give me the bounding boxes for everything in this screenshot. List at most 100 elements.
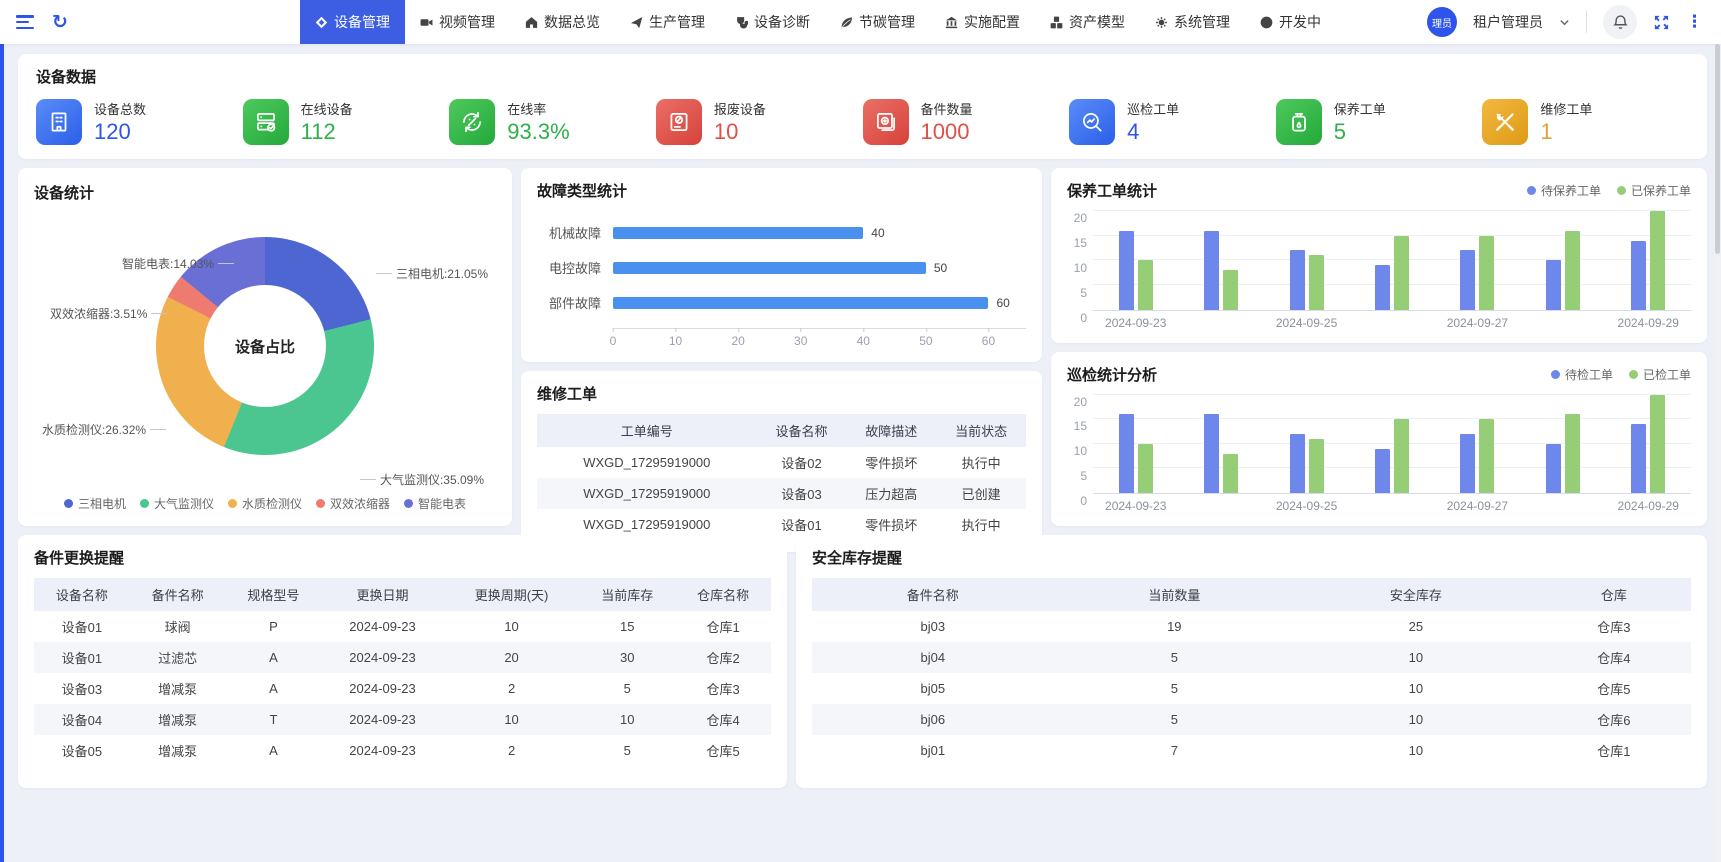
bar[interactable] (1650, 211, 1665, 310)
stat-scrapped-devices[interactable]: 报废设备 10 (656, 99, 863, 145)
bar[interactable] (1375, 449, 1390, 493)
plot-area (1093, 395, 1691, 495)
bar-group (1435, 395, 1520, 494)
fault-type-bar-chart[interactable]: 机械故障40电控故障50部件故障600102030405060 (537, 201, 1026, 350)
bar[interactable] (613, 262, 926, 274)
bar[interactable] (1631, 424, 1646, 493)
legend-item[interactable]: 已保养工单 (1617, 182, 1691, 199)
stat-repair-orders[interactable]: 维修工单 1 (1482, 99, 1689, 145)
user-name[interactable]: 租户管理员 (1473, 12, 1543, 32)
fullscreen-icon[interactable] (1653, 14, 1670, 31)
axis-tick: 20 (1074, 395, 1087, 409)
nav-item-data-overview[interactable]: 数据总览 (510, 0, 615, 44)
nav-item-device-mgmt[interactable]: 设备管理 (300, 0, 405, 44)
more-options-icon[interactable]: ⋮ (1686, 18, 1703, 26)
nav-item-device-diagnosis[interactable]: 设备诊断 (720, 0, 825, 44)
cell: 10 (1295, 704, 1537, 735)
bar[interactable] (1479, 236, 1494, 310)
bar[interactable] (1204, 414, 1219, 493)
column-header: 规格型号 (226, 578, 322, 611)
stat-maintenance-orders[interactable]: 保养工单 5 (1276, 99, 1483, 145)
bar[interactable] (1290, 434, 1305, 493)
inspection-bar-chart[interactable]: 051015202024-09-232024-09-252024-09-2720… (1067, 385, 1691, 515)
legend-item[interactable]: 已检工单 (1629, 366, 1691, 383)
maintenance-stats-card: 保养工单统计 待保养工单已保养工单 051015202024-09-232024… (1051, 168, 1707, 343)
cell: bj06 (812, 704, 1054, 735)
bar[interactable] (613, 227, 863, 239)
cell: 设备01 (34, 611, 130, 642)
bar-group (1178, 211, 1263, 310)
bar[interactable] (1290, 250, 1305, 309)
legend-item[interactable]: 三相电机 (64, 495, 126, 512)
bar[interactable] (1565, 231, 1580, 310)
table-row: 设备03增减泵A2024-09-2325仓库3 (34, 673, 771, 704)
bar[interactable] (1119, 414, 1134, 493)
bar[interactable] (1204, 231, 1219, 310)
stat-inspection-orders[interactable]: 巡检工单 4 (1069, 99, 1276, 145)
stat-total-devices[interactable]: 设备总数 120 (36, 99, 243, 145)
legend-item[interactable]: 大气监测仪 (140, 495, 214, 512)
legend-item[interactable]: 待检工单 (1551, 366, 1613, 383)
bar[interactable] (1309, 255, 1324, 309)
spare-replace-card: 备件更换提醒 设备名称备件名称规格型号更换日期更换周期(天)当前库存仓库名称设备… (18, 535, 787, 788)
legend-item[interactable]: 水质检测仪 (228, 495, 302, 512)
collapsed-sidebar-strip[interactable] (0, 44, 4, 862)
bar[interactable] (1565, 414, 1580, 493)
axis-tick: 0 (1080, 494, 1087, 508)
stat-online-rate[interactable]: 在线率 93.3% (449, 99, 656, 145)
nav-item-impl-config[interactable]: 实施配置 (930, 0, 1035, 44)
nav-item-production-mgmt[interactable]: 生产管理 (615, 0, 720, 44)
cell: 2 (444, 673, 580, 704)
notification-bell-icon[interactable] (1603, 5, 1637, 39)
legend-item[interactable]: 双效浓缩器 (316, 495, 390, 512)
legend-dot-icon (316, 499, 325, 508)
bar[interactable] (1138, 444, 1153, 493)
bar[interactable] (1479, 419, 1494, 493)
nav-item-system-mgmt[interactable]: 系统管理 (1140, 0, 1245, 44)
menu-toggle-icon[interactable] (16, 15, 34, 29)
legend-item[interactable]: 智能电表 (404, 495, 466, 512)
bar[interactable] (1546, 260, 1561, 309)
nav-label: 系统管理 (1174, 12, 1230, 32)
bar[interactable] (1119, 231, 1134, 310)
spare-parts-icon (863, 99, 909, 145)
bar[interactable] (1394, 419, 1409, 493)
bar-group (1093, 395, 1178, 494)
bar[interactable] (1460, 250, 1475, 309)
chevron-down-icon[interactable] (1559, 17, 1570, 28)
legend-item[interactable]: 待保养工单 (1527, 182, 1601, 199)
bar[interactable] (1309, 439, 1324, 493)
scrollbar[interactable] (1714, 44, 1721, 862)
bar[interactable] (613, 297, 988, 309)
bar[interactable] (1375, 265, 1390, 309)
cell: WXGD_17295919000 (537, 478, 757, 509)
nav-item-video-mgmt[interactable]: 视频管理 (405, 0, 510, 44)
y-axis: 05101520 (1067, 395, 1093, 515)
bar[interactable] (1223, 454, 1238, 493)
bar[interactable] (1138, 260, 1153, 309)
cell: 5 (579, 673, 675, 704)
bar[interactable] (1631, 241, 1646, 310)
device-ratio-donut-chart[interactable]: 设备占比 三相电机:21.05% 大气监测仪:35.09% 水质检测仪:26.3… (34, 203, 496, 489)
nav-item-asset-model[interactable]: 资产模型 (1035, 0, 1140, 44)
axis-tick-label (1349, 494, 1434, 514)
bar[interactable] (1223, 270, 1238, 309)
bar[interactable] (1546, 444, 1561, 493)
bar[interactable] (1394, 236, 1409, 310)
device-stats-card: 设备统计 设备占比 三相电机:21.05% 大气监测仪:35.09% 水质检测仪… (18, 168, 512, 526)
axis-tick-label (1178, 494, 1263, 514)
table-header-row: 设备名称备件名称规格型号更换日期更换周期(天)当前库存仓库名称 (34, 578, 771, 611)
table-row: WXGD_17295919000设备03压力超高已创建 (537, 478, 1026, 509)
user-avatar[interactable]: 理员 (1427, 7, 1457, 37)
nav-label: 开发中 (1279, 12, 1321, 32)
refresh-icon[interactable]: ↻ (52, 13, 68, 32)
cell: 19 (1054, 611, 1296, 642)
nav-item-in-development[interactable]: 开发中 (1245, 0, 1336, 44)
stat-online-devices[interactable]: 在线设备 112 (243, 99, 450, 145)
bar[interactable] (1650, 395, 1665, 494)
cell: T (226, 704, 322, 735)
maintenance-bar-chart[interactable]: 051015202024-09-232024-09-252024-09-2720… (1067, 201, 1691, 331)
stat-spare-parts[interactable]: 备件数量 1000 (863, 99, 1070, 145)
bar[interactable] (1460, 434, 1475, 493)
nav-item-carbon-mgmt[interactable]: 节碳管理 (825, 0, 930, 44)
